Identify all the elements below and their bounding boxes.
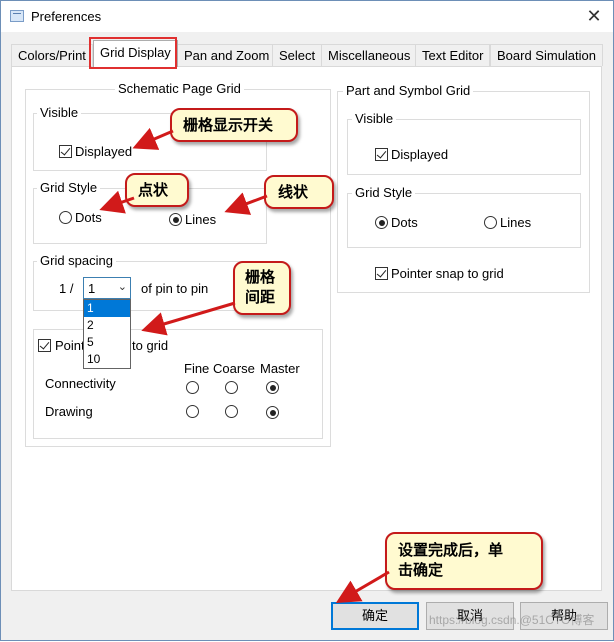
window-title: Preferences [31,9,102,24]
tab-board-simulation[interactable]: Board Simulation [490,44,603,66]
grid-spacing-option[interactable]: 5 [84,334,130,351]
schematic-displayed-checkbox[interactable] [59,145,72,158]
chevron-down-icon: ⌄ [117,281,127,293]
part-dots-radio[interactable] [375,216,388,229]
grid-spacing-select[interactable]: 1 ⌄ [83,277,131,299]
grid-spacing-value: 1 [88,281,96,296]
drawing-coarse-radio[interactable] [225,405,238,418]
part-lines-label: Lines [500,215,532,230]
part-visible-title: Visible [352,111,397,126]
tab-colors-print[interactable]: Colors/Print [11,44,93,66]
callout-lines: 线状 [264,175,334,209]
part-lines-radio[interactable] [484,216,497,229]
part-dots-label: Dots [391,215,418,230]
schematic-lines-radio[interactable] [169,213,182,226]
grid-spacing-option[interactable]: 10 [84,351,130,368]
pointer-snap-label-end: to grid [132,338,169,353]
drawing-fine-radio[interactable] [186,405,199,418]
callout-spacing: 栅格 间距 [233,261,291,315]
part-displayed-label: Displayed [391,147,449,162]
connectivity-master-radio[interactable] [266,381,279,394]
part-pointer-snap-checkbox[interactable] [375,267,388,280]
connectivity-fine-radio[interactable] [186,381,199,394]
tab-highlight-box [89,37,177,69]
callout-grid-toggle: 栅格显示开关 [170,108,298,142]
part-grid-style-title: Grid Style [352,185,416,200]
app-icon [10,10,24,22]
pointer-snap-checkbox[interactable] [38,339,51,352]
part-displayed-checkbox[interactable] [375,148,388,161]
connectivity-coarse-radio[interactable] [225,381,238,394]
drawing-master-radio[interactable] [266,406,279,419]
schematic-dots-label: Dots [75,210,102,225]
snap-column-fine: Fine [184,361,210,376]
grid-spacing-option[interactable]: 2 [84,317,130,334]
ok-button[interactable]: 确定 [331,602,419,630]
connectivity-label: Connectivity [45,376,116,391]
schematic-dots-radio[interactable] [59,211,72,224]
schematic-displayed-label: Displayed [75,144,133,159]
close-button[interactable]: ✕ [583,5,605,27]
tab-select[interactable]: Select [272,44,323,66]
tab-pan-and-zoom[interactable]: Pan and Zoom [177,44,277,66]
preferences-dialog: Preferences ✕ Colors/Print Grid Display … [0,0,614,641]
schematic-visible-title: Visible [37,105,82,120]
grid-spacing-prefix: 1 / [59,281,74,296]
grid-spacing-suffix: of pin to pin [141,281,209,296]
grid-spacing-title: Grid spacing [37,253,116,268]
tab-miscellaneous[interactable]: Miscellaneous [321,44,418,66]
drawing-label: Drawing [45,404,93,419]
callout-dots: 点状 [125,173,189,207]
part-pointer-snap-label: Pointer snap to grid [391,266,504,281]
schematic-grid-style-title: Grid Style [37,180,101,195]
schematic-grid-title: Schematic Page Grid [115,81,244,96]
title-bar: Preferences ✕ [1,1,613,32]
tab-text-editor[interactable]: Text Editor [415,44,491,66]
snap-column-coarse: Coarse [213,361,255,376]
watermark: https://blog.csdn.@51CTO博客 [429,613,595,627]
snap-column-master: Master [260,361,300,376]
callout-confirm: 设置完成后，单 击确定 [385,532,543,590]
schematic-lines-label: Lines [185,212,217,227]
part-visible-group [347,119,581,175]
grid-spacing-option[interactable]: 1 [84,300,130,317]
grid-spacing-dropdown: 1 2 5 10 [83,299,131,369]
part-grid-title: Part and Symbol Grid [343,83,474,98]
